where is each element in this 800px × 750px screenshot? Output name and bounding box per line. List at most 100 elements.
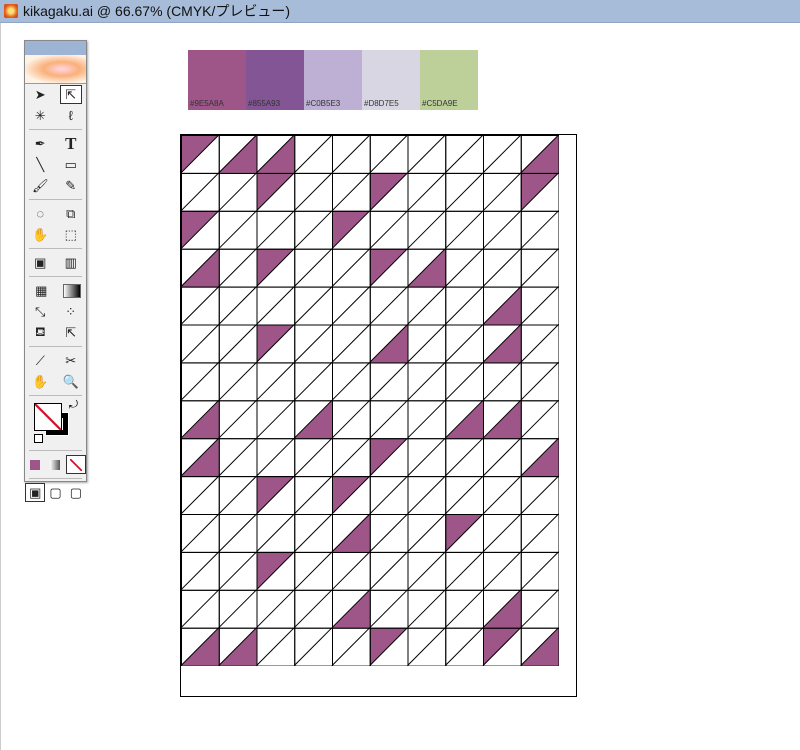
tools-panel-header[interactable] bbox=[25, 41, 86, 55]
direct-selection-tool-icon[interactable]: ⇱ bbox=[59, 85, 82, 104]
scissors-tool-icon[interactable]: ✂ bbox=[60, 351, 82, 370]
grid-cell[interactable] bbox=[407, 135, 447, 174]
grid-cell[interactable] bbox=[483, 210, 522, 250]
grid-cell[interactable] bbox=[369, 551, 409, 591]
live-paint-bucket-tool-icon[interactable]: ⛾ bbox=[29, 323, 51, 342]
grid-cell[interactable] bbox=[218, 362, 258, 402]
pen-tool-icon[interactable]: ✒ bbox=[29, 134, 51, 153]
grid-cell[interactable] bbox=[445, 286, 484, 326]
grid-cell[interactable] bbox=[332, 135, 371, 174]
grid-cell[interactable] bbox=[294, 362, 333, 402]
grid-cell[interactable] bbox=[181, 324, 220, 364]
grid-cell[interactable] bbox=[332, 172, 371, 212]
grid-cell[interactable] bbox=[520, 248, 559, 288]
grid-cell[interactable] bbox=[407, 324, 447, 364]
grid-cell[interactable] bbox=[294, 438, 333, 478]
grid-cell[interactable] bbox=[332, 286, 371, 326]
hand-tool-icon[interactable]: ✋ bbox=[29, 372, 51, 391]
grid-cell[interactable] bbox=[218, 514, 258, 553]
rectangle-tool-icon[interactable]: ▭ bbox=[60, 155, 82, 174]
grid-cell[interactable] bbox=[369, 589, 409, 629]
grid-cell[interactable] bbox=[520, 589, 559, 629]
grid-cell[interactable] bbox=[407, 362, 447, 402]
type-tool-icon[interactable]: T bbox=[60, 134, 82, 153]
grid-cell[interactable] bbox=[294, 172, 333, 212]
grid-cell[interactable] bbox=[483, 476, 522, 516]
grid-cell[interactable] bbox=[256, 589, 296, 629]
grid-cell[interactable] bbox=[181, 286, 220, 326]
paintbrush-tool-icon[interactable]: 🖌 bbox=[29, 176, 51, 195]
grid-cell[interactable] bbox=[218, 476, 258, 516]
swap-fill-stroke-icon[interactable]: ⤾ bbox=[69, 399, 78, 412]
color-swatch[interactable]: #C0B5E3 bbox=[304, 50, 362, 110]
eyedropper-tool-icon[interactable]: ⤡ bbox=[29, 302, 51, 321]
grid-cell[interactable] bbox=[445, 589, 484, 629]
grid-cell[interactable] bbox=[294, 476, 333, 516]
grid-cell[interactable] bbox=[445, 438, 484, 478]
grid-cell[interactable] bbox=[218, 551, 258, 591]
full-screen-menu-mode-icon[interactable]: ▢ bbox=[45, 483, 65, 502]
fill-stroke-control[interactable]: ⤾ bbox=[25, 399, 86, 447]
grid-cell[interactable] bbox=[483, 362, 522, 402]
free-transform-tool-icon[interactable]: ⬚ bbox=[60, 225, 82, 244]
grid-cell[interactable] bbox=[256, 286, 296, 326]
grid-cell[interactable] bbox=[520, 324, 559, 364]
grid-cell[interactable] bbox=[218, 324, 258, 364]
grid-cell[interactable] bbox=[445, 324, 484, 364]
grid-cell[interactable] bbox=[181, 514, 220, 553]
normal-screen-mode-icon[interactable]: ▣ bbox=[25, 483, 46, 502]
line-tool-icon[interactable]: ╲ bbox=[29, 155, 51, 174]
full-screen-mode-icon[interactable]: ▢ bbox=[66, 483, 86, 502]
grid-cell[interactable] bbox=[181, 172, 220, 212]
grid-cell[interactable] bbox=[369, 476, 409, 516]
grid-cell[interactable] bbox=[520, 210, 559, 250]
grid-cell[interactable] bbox=[520, 514, 559, 553]
grid-cell[interactable] bbox=[294, 514, 333, 553]
grid-cell[interactable] bbox=[181, 589, 220, 629]
grid-cell[interactable] bbox=[483, 172, 522, 212]
grid-cell[interactable] bbox=[407, 627, 447, 666]
grid-cell[interactable] bbox=[369, 135, 409, 174]
grid-cell[interactable] bbox=[218, 248, 258, 288]
grid-cell[interactable] bbox=[256, 400, 296, 440]
grid-cell[interactable] bbox=[332, 400, 371, 440]
grid-cell[interactable] bbox=[407, 589, 447, 629]
pencil-tool-icon[interactable]: ✎ bbox=[60, 176, 82, 195]
grid-cell[interactable] bbox=[520, 551, 559, 591]
grid-cell[interactable] bbox=[445, 210, 484, 250]
grid-cell[interactable] bbox=[483, 248, 522, 288]
grid-cell[interactable] bbox=[332, 362, 371, 402]
grid-cell[interactable] bbox=[332, 627, 371, 666]
rotate-tool-icon[interactable]: ◌ bbox=[29, 204, 51, 223]
grid-cell[interactable] bbox=[445, 248, 484, 288]
grid-cell[interactable] bbox=[407, 210, 447, 250]
grid-cell[interactable] bbox=[407, 286, 447, 326]
lasso-tool-icon[interactable]: ℓ bbox=[60, 106, 82, 125]
grid-cell[interactable] bbox=[294, 627, 333, 666]
grid-cell[interactable] bbox=[332, 248, 371, 288]
grid-cell[interactable] bbox=[294, 551, 333, 591]
magic-wand-tool-icon[interactable]: ✳ bbox=[29, 106, 51, 125]
grid-cell[interactable] bbox=[483, 514, 522, 553]
symbol-sprayer-tool-icon[interactable]: ▣ bbox=[29, 253, 51, 272]
grid-cell[interactable] bbox=[181, 362, 220, 402]
grid-cell[interactable] bbox=[483, 551, 522, 591]
grid-cell[interactable] bbox=[520, 476, 559, 516]
grid-cell[interactable] bbox=[332, 324, 371, 364]
grid-cell[interactable] bbox=[332, 551, 371, 591]
grid-cell[interactable] bbox=[181, 476, 220, 516]
warp-tool-icon[interactable]: ✋ bbox=[29, 225, 51, 244]
color-swatch[interactable]: #9E5A8A bbox=[188, 50, 246, 110]
grid-cell[interactable] bbox=[256, 514, 296, 553]
grid-cell[interactable] bbox=[407, 551, 447, 591]
grid-cell[interactable] bbox=[218, 286, 258, 326]
grid-cell[interactable] bbox=[256, 362, 296, 402]
grid-cell[interactable] bbox=[407, 172, 447, 212]
grid-cell[interactable] bbox=[218, 400, 258, 440]
grid-cell[interactable] bbox=[407, 476, 447, 516]
grid-cell[interactable] bbox=[332, 438, 371, 478]
grid-cell[interactable] bbox=[181, 551, 220, 591]
grid-cell[interactable] bbox=[218, 210, 258, 250]
grid-cell[interactable] bbox=[256, 627, 296, 666]
grid-cell[interactable] bbox=[407, 400, 447, 440]
